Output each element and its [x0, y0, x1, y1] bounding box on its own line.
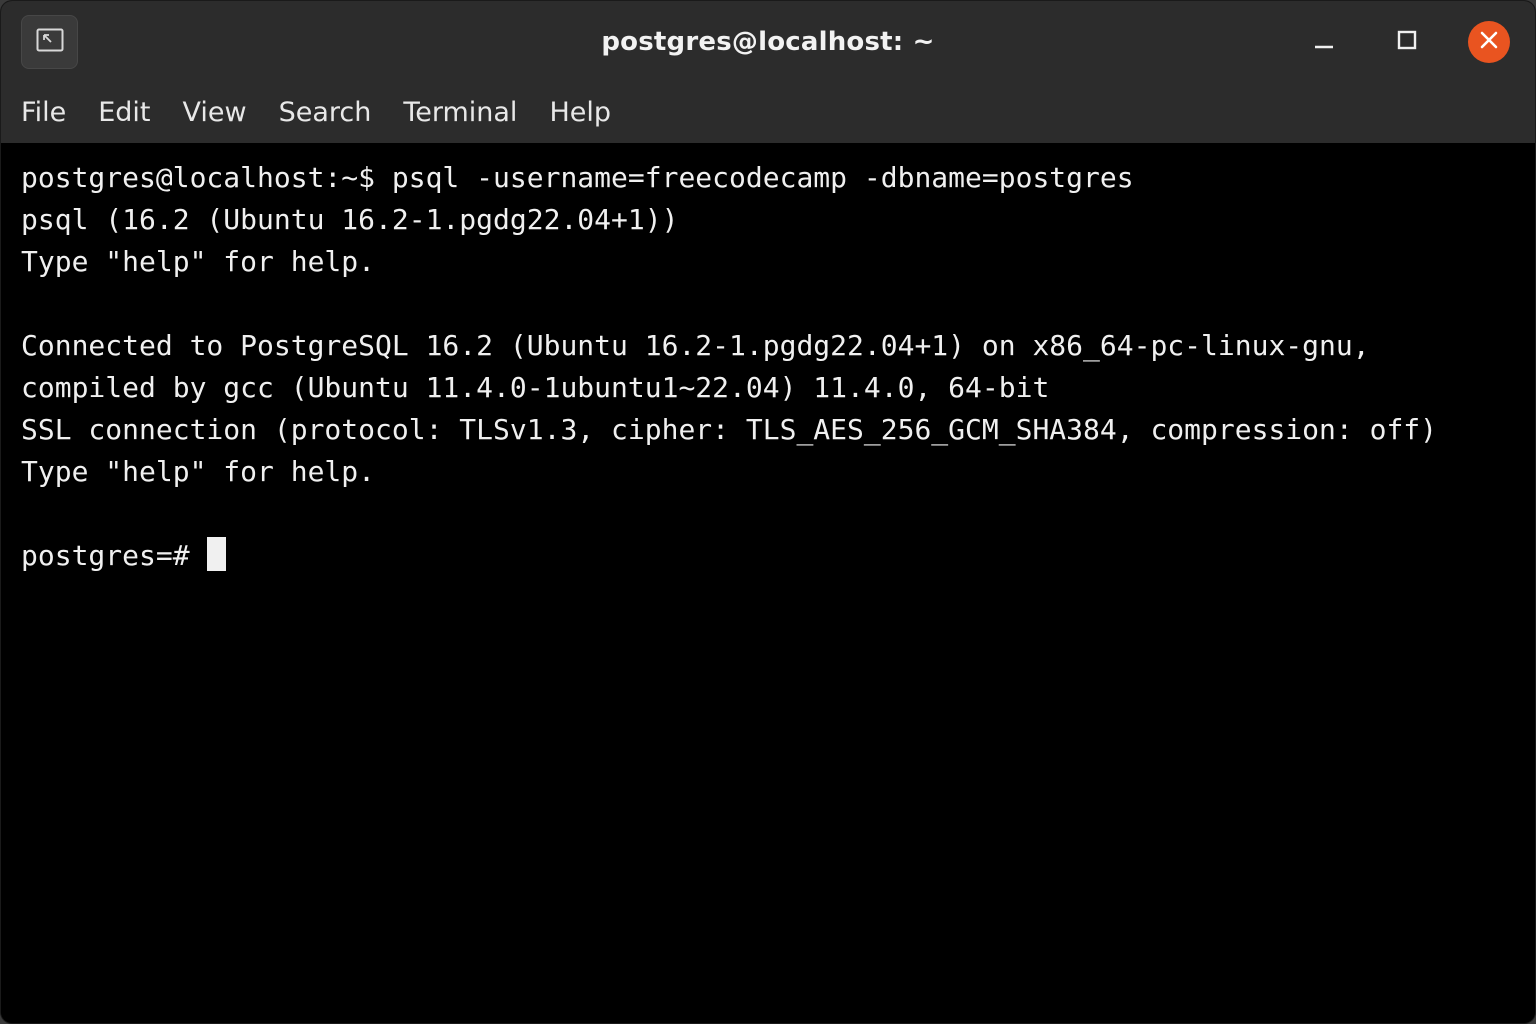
menu-help[interactable]: Help — [533, 83, 627, 143]
terminal-output[interactable]: postgres@localhost:~$ psql -username=fre… — [1, 143, 1535, 1023]
terminal-line: psql (16.2 (Ubuntu 16.2-1.pgdg22.04+1)) — [21, 203, 679, 236]
menu-edit[interactable]: Edit — [82, 83, 166, 143]
maximize-icon — [1397, 30, 1417, 55]
new-tab-button[interactable] — [21, 15, 78, 69]
menu-search[interactable]: Search — [263, 83, 388, 143]
terminal-line: Type "help" for help. — [21, 455, 376, 488]
terminal-window: postgres@localhost: ~ File Edit View Sea… — [0, 0, 1536, 1024]
maximize-button[interactable] — [1386, 21, 1428, 63]
new-tab-icon — [36, 28, 64, 57]
prompt-line[interactable]: postgres=# — [21, 535, 1535, 577]
terminal-line: postgres@localhost:~$ psql -username=fre… — [21, 161, 1134, 194]
title-bar[interactable]: postgres@localhost: ~ — [1, 1, 1535, 83]
close-button[interactable] — [1468, 21, 1510, 63]
close-icon — [1480, 31, 1498, 54]
terminal-line: SSL connection (protocol: TLSv1.3, ciphe… — [21, 413, 1438, 446]
terminal-line: Type "help" for help. — [21, 245, 376, 278]
text-cursor — [206, 537, 226, 571]
terminal-line: Connected to PostgreSQL 16.2 (Ubuntu 16.… — [21, 329, 1370, 362]
menu-terminal[interactable]: Terminal — [387, 83, 533, 143]
menu-file[interactable]: File — [5, 83, 82, 143]
menu-bar: File Edit View Search Terminal Help — [1, 83, 1535, 143]
minimize-button[interactable] — [1303, 21, 1345, 63]
minimize-icon — [1314, 30, 1334, 55]
psql-prompt: postgres=# — [21, 539, 190, 572]
terminal-line: compiled by gcc (Ubuntu 11.4.0-1ubuntu1~… — [21, 371, 1050, 404]
menu-view[interactable]: View — [166, 83, 262, 143]
window-title: postgres@localhost: ~ — [601, 27, 935, 57]
